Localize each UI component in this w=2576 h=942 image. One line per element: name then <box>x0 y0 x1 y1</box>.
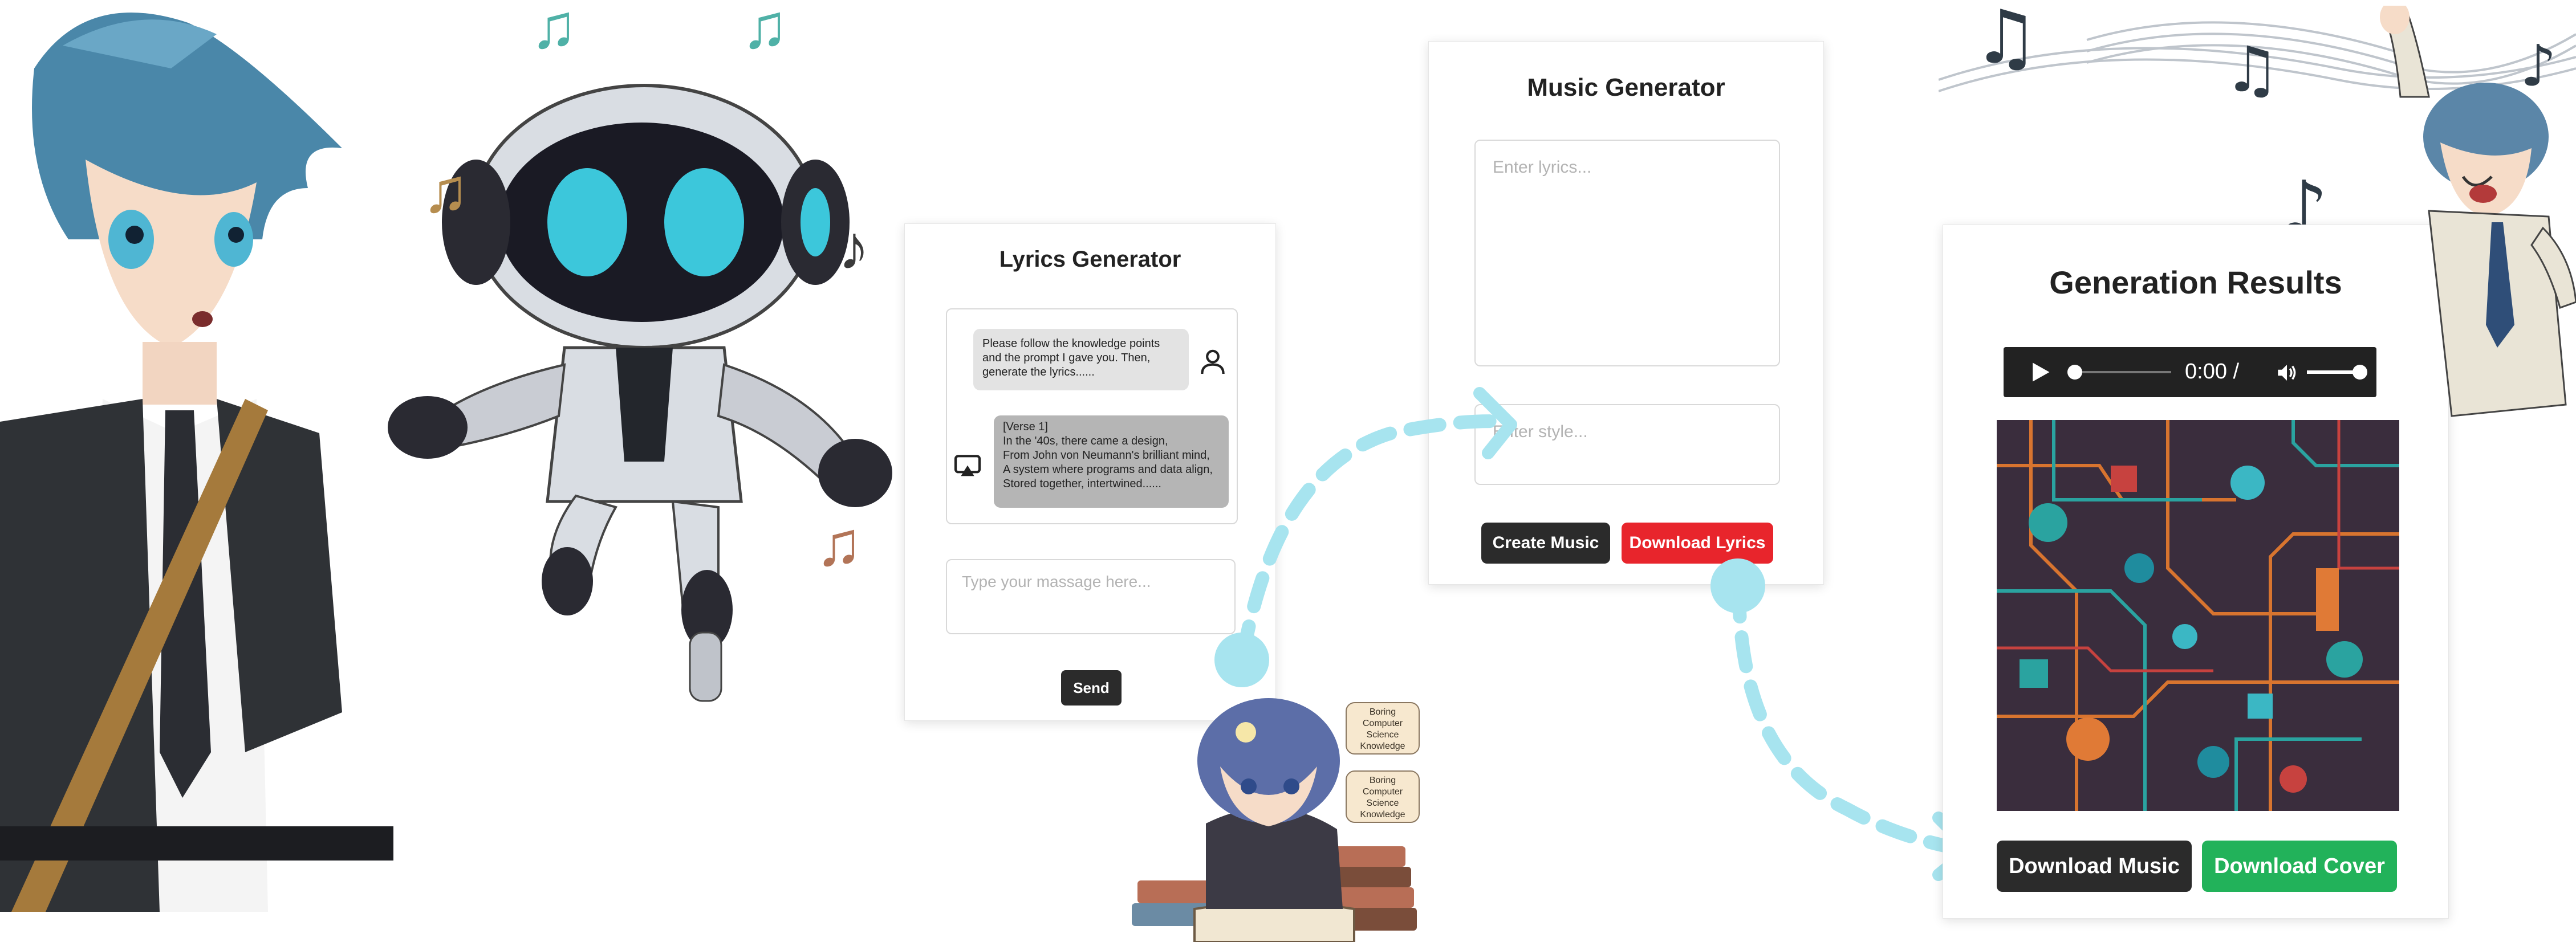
cover-art-image <box>1997 420 2399 811</box>
sticky-note-line: Computer Science <box>1362 787 1403 808</box>
seek-handle[interactable] <box>2067 365 2082 380</box>
happy-boy-illustration <box>2380 6 2576 417</box>
arrow-start-dot <box>1710 558 1765 613</box>
volume-icon[interactable] <box>2275 361 2299 385</box>
seek-bar[interactable] <box>2071 371 2171 373</box>
arrow-start-dot <box>1214 633 1269 687</box>
sticky-note: Boring Computer Science Knowledge <box>1346 770 1420 823</box>
sticky-note-line: Knowledge <box>1360 810 1405 819</box>
volume-slider[interactable] <box>2307 370 2359 374</box>
sticky-note: Boring Computer Science Knowledge <box>1346 702 1420 755</box>
arrow-to-music-generator <box>1236 414 1512 662</box>
svg-text:♫: ♫ <box>2224 33 2280 106</box>
sticky-note-line: Computer Science <box>1362 719 1403 740</box>
download-cover-button[interactable]: Download Cover <box>2202 841 2397 892</box>
sticky-note-line: Knowledge <box>1360 741 1405 751</box>
sticky-note-line: Boring <box>1369 707 1396 717</box>
arrow-to-results <box>1732 580 1968 856</box>
sticky-note-line: Boring <box>1369 776 1396 785</box>
player-time: 0:00 / <box>2185 360 2240 384</box>
svg-text:♫: ♫ <box>1973 0 2039 80</box>
play-icon[interactable] <box>2028 360 2053 385</box>
audio-player: 0:00 / <box>2004 347 2376 397</box>
download-music-button[interactable]: Download Music <box>1997 841 2192 892</box>
